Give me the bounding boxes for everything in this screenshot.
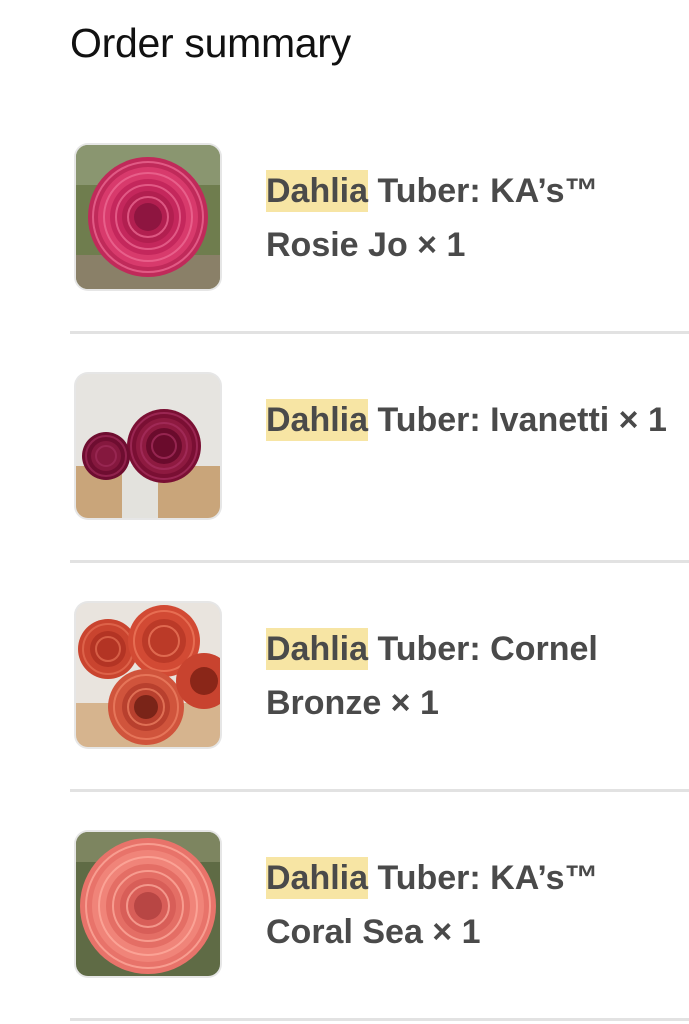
- divider: [70, 1018, 689, 1021]
- item-quantity: × 1: [381, 684, 439, 722]
- product-image: [76, 832, 220, 976]
- product-image: [76, 374, 220, 518]
- item-quantity: × 1: [422, 913, 481, 951]
- item-title: Dahlia Tuber: KA’s™ Coral Sea × 1: [266, 851, 676, 959]
- search-highlight: Dahlia: [266, 399, 369, 441]
- search-highlight: Dahlia: [266, 857, 369, 899]
- order-items-list: Dahlia Tuber: KA’s™ Rosie Jo × 1 Dahlia …: [0, 0, 689, 1024]
- item-quantity: × 1: [609, 401, 667, 439]
- item-name: Tuber: Ivanetti: [368, 401, 610, 439]
- order-item[interactable]: Dahlia Tuber: KA’s™ Rosie Jo × 1: [70, 105, 689, 334]
- item-title: Dahlia Tuber: Cornel Bronze × 1: [266, 622, 676, 730]
- item-quantity: × 1: [407, 226, 466, 264]
- item-title: Dahlia Tuber: Ivanetti × 1: [266, 393, 676, 447]
- order-item[interactable]: Dahlia Tuber: Cornel Bronze × 1: [70, 563, 689, 792]
- item-title: Dahlia Tuber: KA’s™ Rosie Jo × 1: [266, 164, 676, 272]
- order-item[interactable]: Dahlia Tuber: KA’s™ Coral Sea × 1: [70, 792, 689, 1021]
- order-item[interactable]: Dahlia Tuber: Ivanetti × 1: [70, 334, 689, 563]
- search-highlight: Dahlia: [266, 628, 369, 670]
- search-highlight: Dahlia: [266, 170, 369, 212]
- product-image: [76, 603, 220, 747]
- product-image: [76, 145, 220, 289]
